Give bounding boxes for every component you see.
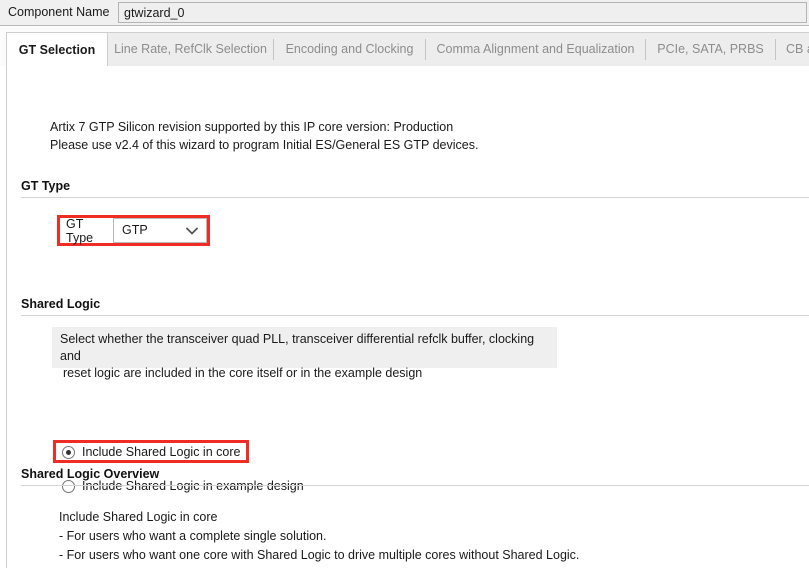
tab-cb-and-cc-sequence[interactable]: CB an [776,32,809,66]
tab-gt-selection[interactable]: GT Selection [6,32,108,67]
shared-logic-overview-section-title: Shared Logic Overview [21,467,160,481]
component-name-label: Component Name [8,5,110,19]
gt-type-section-title: GT Type [21,179,71,193]
radio-label: Include Shared Logic in core [82,445,241,459]
tab-label: Line Rate, RefClk Selection [114,42,267,56]
overview-line-2: - For users who want a complete single s… [59,529,327,543]
tab-label: GT Selection [18,43,96,57]
gt-type-field-label: GT Type [62,217,113,245]
component-name-input[interactable] [118,2,807,23]
tab-encoding-and-clocking[interactable]: Encoding and Clocking [274,32,425,66]
gt-type-section-rule [21,197,809,198]
silicon-revision-info-line-1: Artix 7 GTP Silicon revision supported b… [50,120,454,134]
radio-button-icon[interactable] [62,479,75,493]
tab-label: Comma Alignment and Equalization [436,42,635,56]
component-name-bar: Component Name [0,0,809,26]
chevron-down-icon [186,227,198,235]
radio-label: Include Shared Logic in example design [82,479,304,493]
tab-label: PCIe, SATA, PRBS [657,42,764,56]
tab-label: CB an [786,42,809,56]
shared-logic-overview-section-rule [21,485,809,486]
shared-logic-section-title: Shared Logic [21,297,101,311]
radio-button-icon[interactable] [62,445,75,459]
tab-bar: GT Selection Line Rate, RefClk Selection… [0,27,809,67]
silicon-revision-info-line-2: Please use v2.4 of this wizard to progra… [50,138,479,152]
tab-label: Encoding and Clocking [285,42,414,56]
shared-logic-description-line-2: reset logic are included in the core its… [63,366,423,380]
gt-type-dropdown[interactable]: GTP [113,218,207,243]
radio-include-shared-logic-in-core[interactable]: Include Shared Logic in core [62,443,240,461]
overview-line-3: - For users who want one core with Share… [59,548,580,562]
tab-pcie-sata-prbs[interactable]: PCIe, SATA, PRBS [646,32,775,66]
overview-line-1: Include Shared Logic in core [59,510,218,524]
gt-type-selected-value: GTP [122,223,148,237]
tab-comma-alignment-and-equalization[interactable]: Comma Alignment and Equalization [426,32,645,66]
shared-logic-description: Select whether the transceiver quad PLL,… [52,327,557,380]
tab-line-rate-refclk-selection[interactable]: Line Rate, RefClk Selection [108,32,273,66]
shared-logic-description-line-1: Select whether the transceiver quad PLL,… [60,332,535,363]
shared-logic-section-rule [21,315,809,316]
gt-selection-panel: Artix 7 GTP Silicon revision supported b… [6,66,809,568]
